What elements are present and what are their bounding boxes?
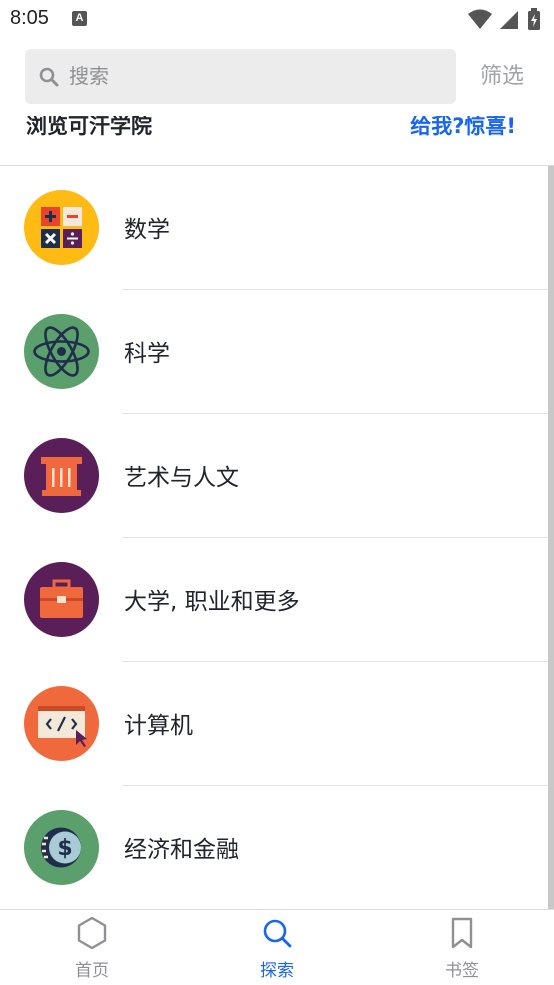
search-icon <box>263 919 292 948</box>
subject-label: 艺术与人文 <box>124 465 239 491</box>
calculator-icon <box>24 190 99 265</box>
nav-label: 探索 <box>260 961 294 981</box>
search-box[interactable] <box>25 49 456 104</box>
battery-icon <box>528 8 540 30</box>
status-icons <box>468 8 540 30</box>
nav-label: 书签 <box>445 961 479 981</box>
subject-list: 数学 科学 艺术与人文 大学, 职业和更多 计算机 $ 经济和金融 <box>0 166 548 908</box>
status-bar: 8:05 A <box>0 0 554 38</box>
filter-button[interactable]: 筛选 <box>480 58 524 90</box>
subject-item-science[interactable]: 科学 <box>0 290 548 414</box>
subject-label: 科学 <box>124 341 170 367</box>
hexagon-icon <box>77 916 107 950</box>
svg-text:$: $ <box>57 836 72 861</box>
nav-explore[interactable]: 探索 <box>185 910 369 985</box>
wifi-icon <box>468 9 492 29</box>
column-icon <box>24 438 99 513</box>
subject-label: 数学 <box>124 217 170 243</box>
subject-label: 经济和金融 <box>124 837 239 863</box>
nav-label: 首页 <box>75 961 109 981</box>
subject-item-math[interactable]: 数学 <box>0 166 548 290</box>
subject-label: 大学, 职业和更多 <box>124 589 300 615</box>
subject-item-economics-finance[interactable]: $ 经济和金融 <box>0 786 548 908</box>
subject-item-college-careers[interactable]: 大学, 职业和更多 <box>0 538 548 662</box>
search-icon <box>39 67 59 87</box>
notification-icon: A <box>72 11 87 26</box>
nav-bookmarks[interactable]: 书签 <box>370 910 554 985</box>
bookmark-icon <box>451 917 473 949</box>
search-input[interactable] <box>69 57 439 95</box>
status-time: 8:05 <box>10 7 49 29</box>
toolbox-icon <box>24 562 99 637</box>
cellular-signal-icon <box>500 11 518 29</box>
search-header: 筛选 <box>0 38 554 116</box>
atom-icon <box>24 314 99 389</box>
coin-icon: $ <box>24 810 99 885</box>
list-scrollbar[interactable] <box>548 166 554 909</box>
bottom-nav: 首页 探索 书签 <box>0 909 554 985</box>
subject-label: 计算机 <box>124 713 193 739</box>
subject-item-arts-humanities[interactable]: 艺术与人文 <box>0 414 548 538</box>
code-window-icon <box>24 686 99 761</box>
subject-item-computing[interactable]: 计算机 <box>0 662 548 786</box>
nav-home[interactable]: 首页 <box>0 910 184 985</box>
